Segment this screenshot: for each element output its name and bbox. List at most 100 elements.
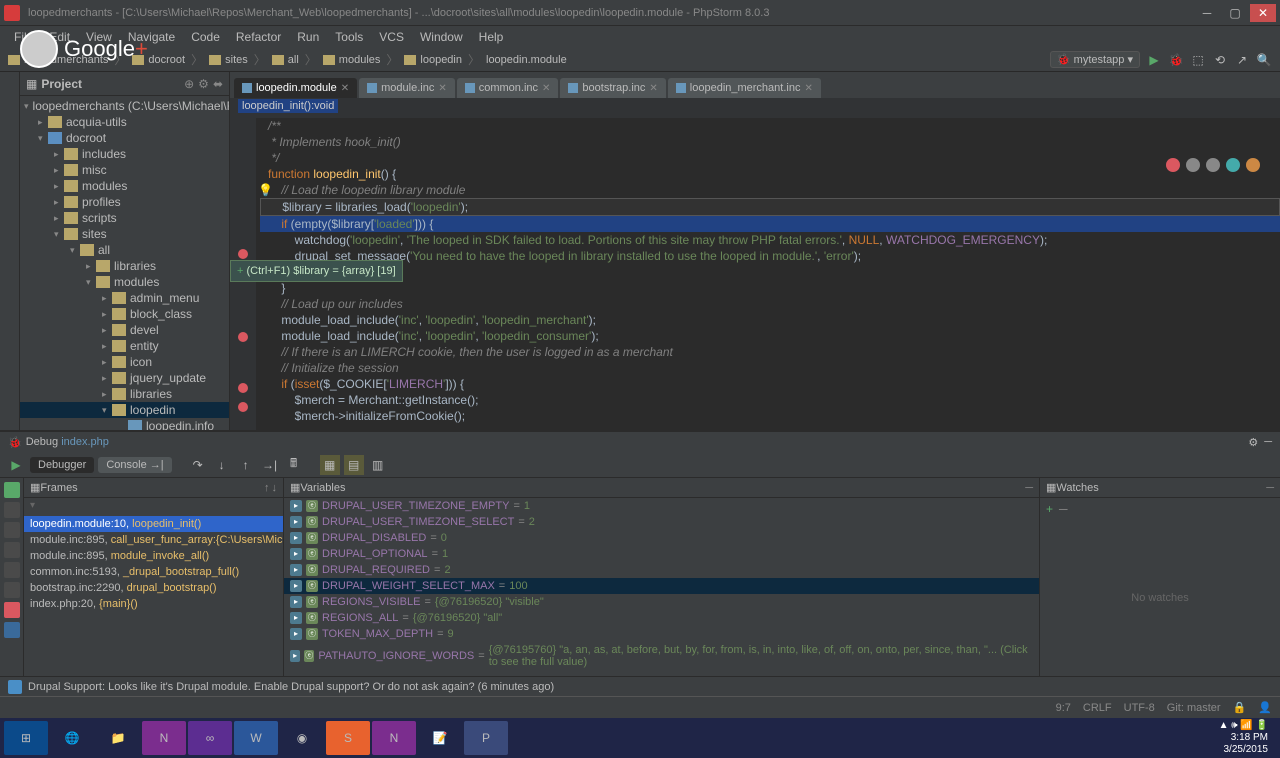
breadcrumb-item[interactable]: all: [272, 54, 299, 66]
editor-tab[interactable]: loopedin.module✕: [234, 78, 357, 98]
encoding[interactable]: UTF-8: [1124, 702, 1155, 714]
down-icon[interactable]: ↓: [272, 482, 278, 494]
code-line[interactable]: /**: [260, 118, 1280, 134]
step-over-button[interactable]: ↷: [188, 455, 208, 475]
close-tab-icon[interactable]: ✕: [804, 83, 812, 94]
toolbar-button[interactable]: ⬚: [1190, 52, 1206, 68]
code-line[interactable]: module_load_include('inc', 'loopedin', '…: [260, 312, 1280, 328]
settings-button[interactable]: [4, 562, 20, 578]
hide-icon[interactable]: ⬌: [213, 77, 223, 91]
close-button[interactable]: [4, 602, 20, 618]
code-line[interactable]: function loopedin_init() {: [260, 166, 1280, 182]
taskbar-phpstorm[interactable]: P: [464, 721, 508, 755]
taskbar-explorer[interactable]: 📁: [96, 721, 140, 755]
minimize-button[interactable]: ─: [1194, 4, 1220, 22]
run-button[interactable]: ▶: [1146, 52, 1162, 68]
editor-tab[interactable]: common.inc✕: [457, 78, 559, 98]
up-icon[interactable]: ↑: [264, 482, 270, 494]
editor-tab[interactable]: bootstrap.inc✕: [560, 78, 665, 98]
run-config-select[interactable]: 🐞 mytestapp ▾: [1050, 51, 1140, 68]
variable-item[interactable]: ▸ⓔPATHAUTO_IGNORE_WORDS = {@76195760} "a…: [284, 642, 1039, 670]
left-gutter[interactable]: [0, 72, 20, 430]
breakpoint-icon[interactable]: [238, 383, 248, 393]
thread-selector[interactable]: ▾: [24, 498, 283, 516]
tree-item[interactable]: ▸admin_menu: [20, 290, 229, 306]
run-to-cursor-button[interactable]: →|: [260, 455, 280, 475]
console-tab[interactable]: Console →|: [98, 457, 171, 473]
close-tab-icon[interactable]: ✕: [649, 83, 657, 94]
editor-tab[interactable]: loopedin_merchant.inc✕: [668, 78, 821, 98]
tree-item[interactable]: ▸profiles: [20, 194, 229, 210]
menu-help[interactable]: Help: [471, 28, 512, 46]
taskbar-chrome[interactable]: ◉: [280, 721, 324, 755]
breakpoint-icon[interactable]: [238, 332, 248, 342]
remove-watch-button[interactable]: ─: [1059, 502, 1068, 516]
tree-item[interactable]: ▸entity: [20, 338, 229, 354]
indicator-icon[interactable]: [1226, 158, 1240, 172]
tree-item[interactable]: ▾all: [20, 242, 229, 258]
variable-item[interactable]: ▸ⓔREGIONS_ALL = {@76196520} "all": [284, 610, 1039, 626]
breakpoint-icon[interactable]: [238, 249, 248, 259]
resume-button[interactable]: ▶: [6, 455, 26, 475]
code-line[interactable]: * Implements hook_init(): [260, 134, 1280, 150]
notification-bar[interactable]: Drupal Support: Looks like it's Drupal m…: [0, 676, 1280, 696]
code-line[interactable]: module_load_include('inc', 'loopedin', '…: [260, 328, 1280, 344]
mute-button[interactable]: [4, 542, 20, 558]
tree-item[interactable]: ▸libraries: [20, 386, 229, 402]
frame-item[interactable]: index.php:20, {main}(): [24, 596, 283, 612]
close-tab-icon[interactable]: ✕: [438, 83, 446, 94]
tree-item[interactable]: ▸scripts: [20, 210, 229, 226]
breadcrumb-item[interactable]: loopedin: [404, 54, 462, 66]
frame-item[interactable]: module.inc:895, module_invoke_all(): [24, 548, 283, 564]
pin-button[interactable]: [4, 582, 20, 598]
breadcrumb-item[interactable]: modules: [323, 54, 381, 66]
menu-tools[interactable]: Tools: [327, 28, 371, 46]
indicator-icon[interactable]: [1206, 158, 1220, 172]
toolbar-button[interactable]: ↗: [1234, 52, 1250, 68]
tree-item[interactable]: loopedin.info: [20, 418, 229, 430]
gear-icon[interactable]: ⚙: [1248, 436, 1258, 449]
frame-item[interactable]: common.inc:5193, _drupal_bootstrap_full(…: [24, 564, 283, 580]
tree-item[interactable]: ▸icon: [20, 354, 229, 370]
debugger-tab[interactable]: Debugger: [30, 457, 94, 473]
code-line[interactable]: // Initialize the session: [260, 360, 1280, 376]
tree-item[interactable]: ▾modules: [20, 274, 229, 290]
taskbar-word[interactable]: W: [234, 721, 278, 755]
variable-item[interactable]: ▸ⓔREGIONS_VISIBLE = {@76196520} "visible…: [284, 594, 1039, 610]
code-line[interactable]: $library = libraries_load('loopedin');: [260, 198, 1280, 216]
layout-button[interactable]: ▦: [320, 455, 340, 475]
code-line[interactable]: if (isset($_COOKIE['LIMERCH'])) {: [260, 376, 1280, 392]
error-indicator-icon[interactable]: [1166, 158, 1180, 172]
system-tray[interactable]: ▲ 🕪 📶 🔋 3:18 PM 3/25/2015: [1211, 720, 1276, 756]
code-line[interactable]: return;: [260, 264, 1280, 280]
menu-refactor[interactable]: Refactor: [228, 28, 289, 46]
code-editor[interactable]: /** * Implements hook_init() */function …: [230, 118, 1280, 430]
tree-item[interactable]: ▸devel: [20, 322, 229, 338]
code-line[interactable]: */: [260, 150, 1280, 166]
taskbar-app[interactable]: S: [326, 721, 370, 755]
variable-item[interactable]: ▸ⓔDRUPAL_USER_TIMEZONE_SELECT = 2: [284, 514, 1039, 530]
taskbar-app[interactable]: 📝: [418, 721, 462, 755]
bulb-icon[interactable]: 💡: [258, 182, 273, 198]
variable-item[interactable]: ▸ⓔTOKEN_MAX_DEPTH = 9: [284, 626, 1039, 642]
tree-item[interactable]: ▸block_class: [20, 306, 229, 322]
tree-item[interactable]: ▾loopedin: [20, 402, 229, 418]
menu-vcs[interactable]: VCS: [371, 28, 412, 46]
menu-window[interactable]: Window: [412, 28, 471, 46]
view-breakpoints-button[interactable]: [4, 522, 20, 538]
code-line[interactable]: }: [260, 280, 1280, 296]
tree-item[interactable]: ▾sites: [20, 226, 229, 242]
tree-item[interactable]: ▸jquery_update: [20, 370, 229, 386]
taskbar-vs[interactable]: ∞: [188, 721, 232, 755]
tree-item[interactable]: ▸misc: [20, 162, 229, 178]
variable-item[interactable]: ▸ⓔDRUPAL_OPTIONAL = 1: [284, 546, 1039, 562]
add-watch-button[interactable]: +: [1046, 502, 1053, 516]
tree-item[interactable]: ▸modules: [20, 178, 229, 194]
tree-root[interactable]: ▾ loopedmerchants (C:\Users\Michael\Repo…: [20, 98, 229, 114]
code-line[interactable]: $merch->initializeFromCookie();: [260, 408, 1280, 424]
help-button[interactable]: [4, 622, 20, 638]
layout-button[interactable]: ▥: [368, 455, 388, 475]
tree-item[interactable]: ▾docroot: [20, 130, 229, 146]
hide-icon[interactable]: ─: [1025, 482, 1033, 494]
minimize-icon[interactable]: ─: [1264, 436, 1272, 449]
